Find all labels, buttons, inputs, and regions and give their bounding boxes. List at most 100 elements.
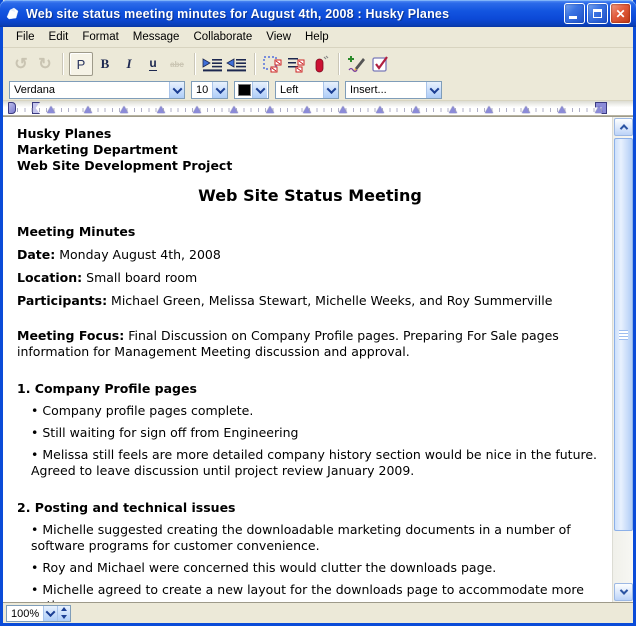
text-color-combo[interactable] <box>234 81 269 99</box>
insert-number-button[interactable] <box>309 52 333 76</box>
left-indent-marker-icon[interactable] <box>8 102 16 114</box>
menu-collaborate[interactable]: Collaborate <box>186 29 259 45</box>
paragraph-style-button[interactable]: P <box>69 52 93 76</box>
bullet-item: Company profile pages complete. <box>31 403 603 419</box>
menu-file[interactable]: File <box>9 29 42 45</box>
spinner-up-icon[interactable] <box>58 606 70 614</box>
dropdown-arrow-icon[interactable] <box>212 82 227 98</box>
tab-stop-icon[interactable] <box>266 106 274 113</box>
underline-button[interactable]: u <box>141 52 165 76</box>
spinner-down-icon[interactable] <box>58 613 70 621</box>
insert-number-icon <box>312 55 330 73</box>
insert-list-button[interactable] <box>285 52 309 76</box>
dropdown-arrow-icon[interactable] <box>323 82 338 98</box>
strikethrough-icon: abc <box>170 60 184 69</box>
tab-stop-icon[interactable] <box>339 106 347 113</box>
title-bar[interactable]: Web site status meeting minutes for Augu… <box>0 0 636 27</box>
insert-frame-button[interactable] <box>261 52 285 76</box>
font-size-combo[interactable]: 10 <box>191 81 228 99</box>
tab-stop-icon[interactable] <box>84 106 92 113</box>
tab-stop-icon[interactable] <box>230 106 238 113</box>
minimize-icon <box>569 16 577 19</box>
undo-icon: ↺ <box>14 54 27 74</box>
tab-stop-icon[interactable] <box>412 106 420 113</box>
bullet-item: Michelle agreed to create a new layout f… <box>31 582 603 602</box>
increase-indent-button[interactable] <box>201 52 225 76</box>
first-line-indent-marker-icon[interactable] <box>32 102 40 114</box>
ruler[interactable] <box>3 101 633 116</box>
field-value: Small board room <box>82 270 197 285</box>
tab-stop-icon[interactable] <box>595 106 603 113</box>
editor-area: Husky Planes Marketing Department Web Si… <box>3 116 633 602</box>
tab-stop-icon[interactable] <box>449 106 457 113</box>
decrease-indent-button[interactable] <box>225 52 249 76</box>
maximize-button[interactable] <box>587 3 608 24</box>
vertical-scrollbar[interactable] <box>612 117 633 602</box>
minimize-button[interactable] <box>564 3 585 24</box>
format-bar: Verdana 10 Left Insert... <box>3 80 633 101</box>
meeting-focus: Meeting Focus: Final Discussion on Compa… <box>17 328 603 360</box>
menu-message[interactable]: Message <box>126 29 187 45</box>
bullet-item: Still waiting for sign off from Engineer… <box>31 425 603 441</box>
approve-button[interactable] <box>369 52 393 76</box>
italic-button[interactable]: I <box>117 52 141 76</box>
zoom-value: 100% <box>7 606 43 621</box>
menu-format[interactable]: Format <box>75 29 125 45</box>
toolbar: ↺ ↻ P B I u abc <box>3 48 633 80</box>
add-signature-button[interactable] <box>345 52 369 76</box>
field-participants: Participants: Michael Green, Melissa Ste… <box>17 293 603 309</box>
increase-indent-icon <box>202 57 224 72</box>
doc-subtitle: Meeting Minutes <box>17 224 603 240</box>
scroll-up-button[interactable] <box>614 118 633 136</box>
menu-edit[interactable]: Edit <box>42 29 76 45</box>
insert-value: Insert... <box>346 82 426 98</box>
zoom-spinner[interactable] <box>57 606 70 621</box>
insert-combo[interactable]: Insert... <box>345 81 442 99</box>
field-label: Location: <box>17 270 82 285</box>
toolbar-separator <box>254 53 256 75</box>
menu-view[interactable]: View <box>259 29 298 45</box>
tab-stop-icon[interactable] <box>47 106 55 113</box>
field-label: Meeting Focus: <box>17 328 124 343</box>
chevron-up-icon <box>619 124 627 132</box>
zoom-dropdown-arrow-icon[interactable] <box>43 606 57 621</box>
tab-stop-icon[interactable] <box>376 106 384 113</box>
zoom-control[interactable]: 100% <box>6 605 71 622</box>
tab-stop-icon[interactable] <box>558 106 566 113</box>
section-heading: 2. Posting and technical issues <box>17 500 603 516</box>
tab-stop-icon[interactable] <box>303 106 311 113</box>
dropdown-arrow-icon[interactable] <box>169 82 184 98</box>
tab-stop-icon[interactable] <box>485 106 493 113</box>
menu-help[interactable]: Help <box>298 29 336 45</box>
field-value: Monday August 4th, 2008 <box>55 247 221 262</box>
insert-frame-icon <box>263 56 283 73</box>
tab-stop-icon[interactable] <box>120 106 128 113</box>
section-heading: 1. Company Profile pages <box>17 381 603 397</box>
scrollbar-thumb[interactable] <box>614 138 633 531</box>
decrease-indent-icon <box>226 57 248 72</box>
field-value: Michael Green, Melissa Stewart, Michelle… <box>107 293 552 308</box>
tab-stop-icon[interactable] <box>193 106 201 113</box>
close-button[interactable]: ✕ <box>610 3 631 24</box>
color-swatch <box>238 84 251 96</box>
italic-icon: I <box>126 56 131 72</box>
scroll-down-button[interactable] <box>614 583 633 601</box>
tab-stop-icon[interactable] <box>522 106 530 113</box>
paragraph-icon: P <box>77 57 86 72</box>
tab-stop-icon[interactable] <box>157 106 165 113</box>
document-body[interactable]: Husky Planes Marketing Department Web Si… <box>3 117 611 602</box>
bullet-item: Melissa still feels are more detailed co… <box>31 447 603 479</box>
underline-icon: u <box>149 57 156 71</box>
font-size: 10 <box>192 82 212 98</box>
dropdown-arrow-icon[interactable] <box>252 82 267 98</box>
font-combo[interactable]: Verdana <box>9 81 185 99</box>
bullet-item: Michelle suggested creating the download… <box>31 522 603 554</box>
close-icon: ✕ <box>615 8 625 20</box>
bold-button[interactable]: B <box>93 52 117 76</box>
redo-icon: ↻ <box>38 54 51 74</box>
document-dove-icon <box>5 6 22 22</box>
chevron-down-icon <box>619 586 627 594</box>
alignment-combo[interactable]: Left <box>275 81 339 99</box>
dropdown-arrow-icon[interactable] <box>426 82 441 98</box>
toolbar-separator <box>338 53 340 75</box>
